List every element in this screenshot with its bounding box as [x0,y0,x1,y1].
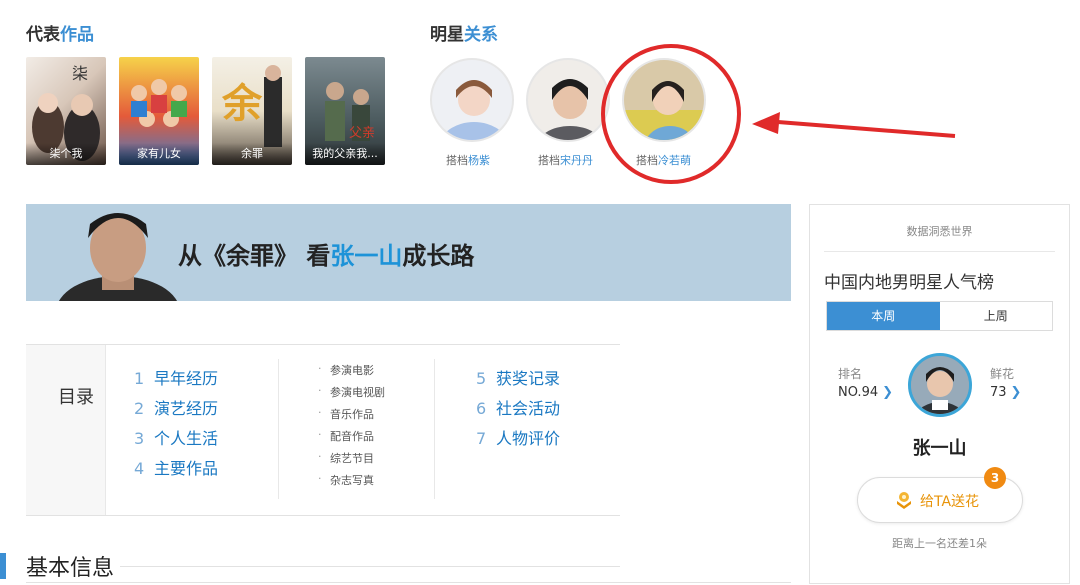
svg-text:柒: 柒 [72,64,88,83]
period-tabs: 本周 上周 [826,301,1053,331]
flower-count-badge: 3 [984,467,1006,489]
toc-divider [278,359,279,499]
divider [26,582,791,583]
work-label: 柒个我 [26,143,106,165]
work-label: 家有儿女 [119,143,199,165]
toc-subitem[interactable]: 杂志写真 [318,472,374,488]
popularity-panel: 数据洞悉世界 中国内地男明星人气榜 本周 上周 排名 NO.94 ❯ 鲜花 73 ❯… [809,204,1070,584]
gap-to-next-text: 距离上一名还差1朵 [892,537,987,550]
toc-label-box: 目录 [26,345,106,515]
relation-avatar-1[interactable] [430,58,514,142]
flower-label: 鲜花 [990,367,1015,381]
arrow-shaft [777,120,956,138]
avatar-art [911,356,969,414]
relation-label-1[interactable]: 搭档杨紫 [446,152,490,168]
toc-item-evaluation[interactable]: 7 人物评价 [476,425,560,449]
toc-item-acting-career[interactable]: 2 演艺经历 [134,395,218,419]
toc-subitem[interactable]: 配音作品 [318,428,374,444]
toc-item-awards[interactable]: 5 获奖记录 [476,365,560,389]
toc-subitem[interactable]: 参演电视剧 [318,384,385,400]
feature-banner[interactable]: 从《余罪》 看张一山成长路 [26,204,791,301]
chevron-right-icon: ❯ [1010,385,1022,400]
ranking-title[interactable]: 中国内地男明星人气榜 [824,268,994,293]
panel-header: 数据洞悉世界 [906,225,973,238]
divider [824,251,1055,252]
banner-headline: 从《余罪》 看张一山成长路 [178,242,475,270]
chevron-right-icon: ❯ [882,385,894,400]
section-accent-bar [0,553,6,579]
svg-text:余: 余 [221,81,263,127]
toc-item-social-activities[interactable]: 6 社会活动 [476,395,560,419]
rank-label: 排名 [838,367,863,381]
work-poster-3[interactable]: 余 余罪 [212,57,292,165]
flower-value[interactable]: 73 ❯ [990,385,1021,400]
star-avatar[interactable] [908,353,972,417]
tab-this-week[interactable]: 本周 [827,302,940,330]
toc-subitem[interactable]: 综艺节目 [318,450,374,466]
tab-last-week[interactable]: 上周 [940,302,1053,330]
avatar-art [441,80,507,140]
relation-avatar-2[interactable] [526,58,610,142]
work-poster-2[interactable]: 家有儿女 [119,57,199,165]
relation-label-2[interactable]: 搭档宋丹丹 [538,152,593,168]
basic-info-title: 基本信息 [26,556,115,581]
relations-title: 明星关系 [430,25,498,45]
table-of-contents: 目录 1早年经历 2演艺经历 3个人生活 4主要作品 参演电影 参演电视剧 音乐… [26,344,620,516]
work-label: 我的父亲我... [305,143,385,165]
toc-subitem[interactable]: 音乐作品 [318,406,374,422]
toc-label: 目录 [58,387,94,408]
svg-text:父亲: 父亲 [349,126,375,141]
star-name[interactable]: 张一山 [810,434,1069,460]
toc-item-main-works[interactable]: 4 主要作品 [134,455,218,479]
toc-item-early-career[interactable]: 1 早年经历 [134,365,218,389]
avatar-art [538,79,602,140]
works-title: 代表作品 [26,25,94,45]
flower-icon [897,492,911,509]
work-label: 余罪 [212,143,292,165]
divider [120,566,620,567]
rank-value[interactable]: NO.94 ❯ [838,385,893,400]
highlight-circle [601,44,741,184]
toc-subitem[interactable]: 参演电影 [318,362,374,378]
toc-item-personal-life[interactable]: 3 个人生活 [134,425,218,449]
arrow-head [752,112,780,134]
work-poster-4[interactable]: 父亲 我的父亲我... [305,57,385,165]
work-poster-1[interactable]: 柒 柒个我 [26,57,106,165]
toc-divider [434,359,435,499]
annotation-overlay [601,44,956,184]
